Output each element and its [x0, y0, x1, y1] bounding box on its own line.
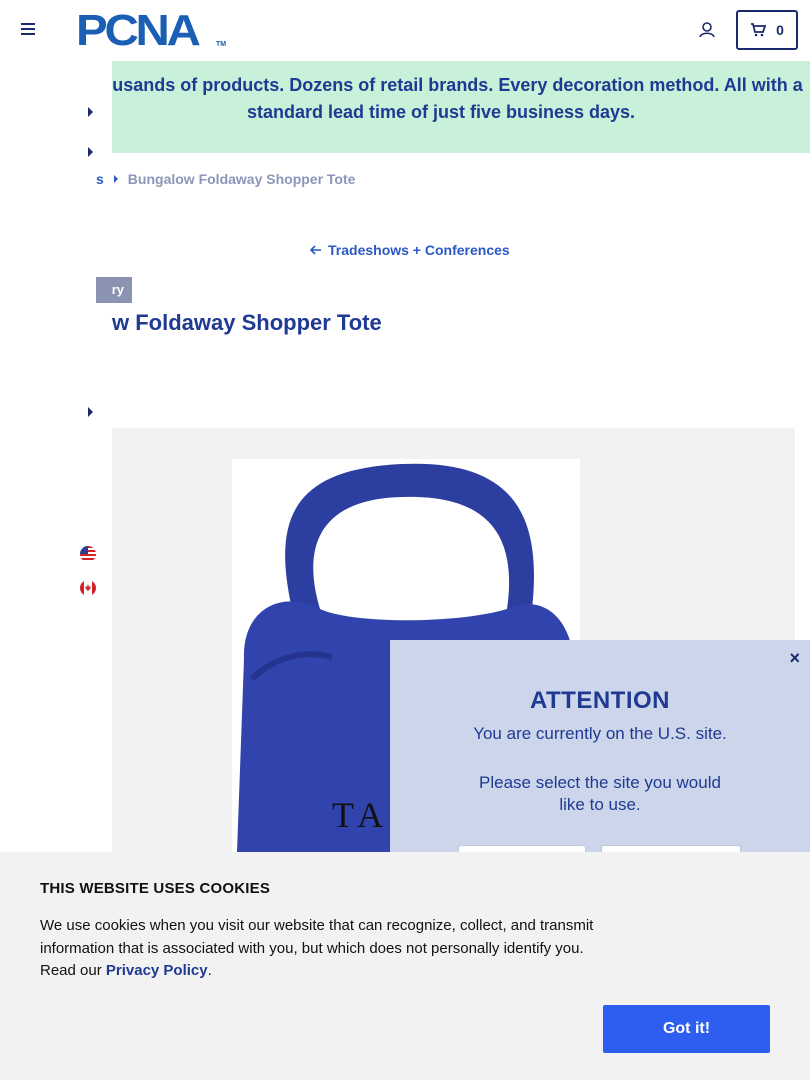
accept-cookies-button[interactable]: Got it! [603, 1005, 770, 1053]
arrow-left-icon [310, 245, 321, 255]
cart-icon [751, 23, 767, 37]
caret-right-icon[interactable] [88, 107, 93, 117]
site-selector-modal: × ATTENTION You are currently on the U.S… [390, 640, 810, 865]
caret-right-icon [113, 175, 118, 183]
cookie-text-end: . [207, 962, 212, 979]
back-link[interactable]: Tradeshows + Conferences [310, 242, 510, 258]
modal-current-site: You are currently on the U.S. site. [473, 724, 727, 743]
privacy-policy-link[interactable]: Privacy Policy [106, 962, 208, 979]
promo-banner-text: Thousands of products. Dozens of retail … [79, 72, 810, 126]
cart-button[interactable]: 0 [736, 10, 798, 50]
cookie-text: We use cookies when you visit our websit… [40, 915, 600, 983]
us-flag-icon[interactable] [80, 546, 96, 562]
account-icon[interactable] [698, 21, 716, 39]
logo-trademark: TM [216, 41, 227, 48]
caret-right-icon[interactable] [88, 407, 93, 417]
site-header: PCNA TM 0 [0, 0, 810, 61]
close-icon[interactable]: × [789, 648, 800, 669]
breadcrumb-link[interactable]: s [96, 171, 104, 187]
canada-flag-icon[interactable] [80, 580, 96, 596]
caret-right-icon[interactable] [88, 147, 93, 157]
back-link-label: Tradeshows + Conferences [328, 242, 510, 258]
cookie-title: THIS WEBSITE USES COOKIES [40, 880, 271, 897]
logo-text: PCNA [76, 6, 201, 55]
product-title: w Foldaway Shopper Tote [112, 310, 382, 335]
cookie-banner: THIS WEBSITE USES COOKIES We use cookies… [0, 852, 810, 1080]
modal-instructions: Please select the site you would like to… [479, 773, 721, 814]
breadcrumb-current: Bungalow Foldaway Shopper Tote [127, 171, 356, 187]
category-tag-label: ry [111, 282, 124, 297]
tote-imprint: TA [332, 795, 389, 835]
logo[interactable]: PCNA TM [76, 6, 227, 55]
category-tag: ry [96, 277, 132, 303]
promo-banner-message: Thousands of products. Dozens of retail … [79, 75, 803, 122]
menu-icon[interactable] [21, 22, 35, 36]
breadcrumb: s Bungalow Foldaway Shopper Tote [96, 170, 356, 188]
modal-title: ATTENTION [529, 687, 671, 714]
cart-count: 0 [776, 22, 784, 38]
